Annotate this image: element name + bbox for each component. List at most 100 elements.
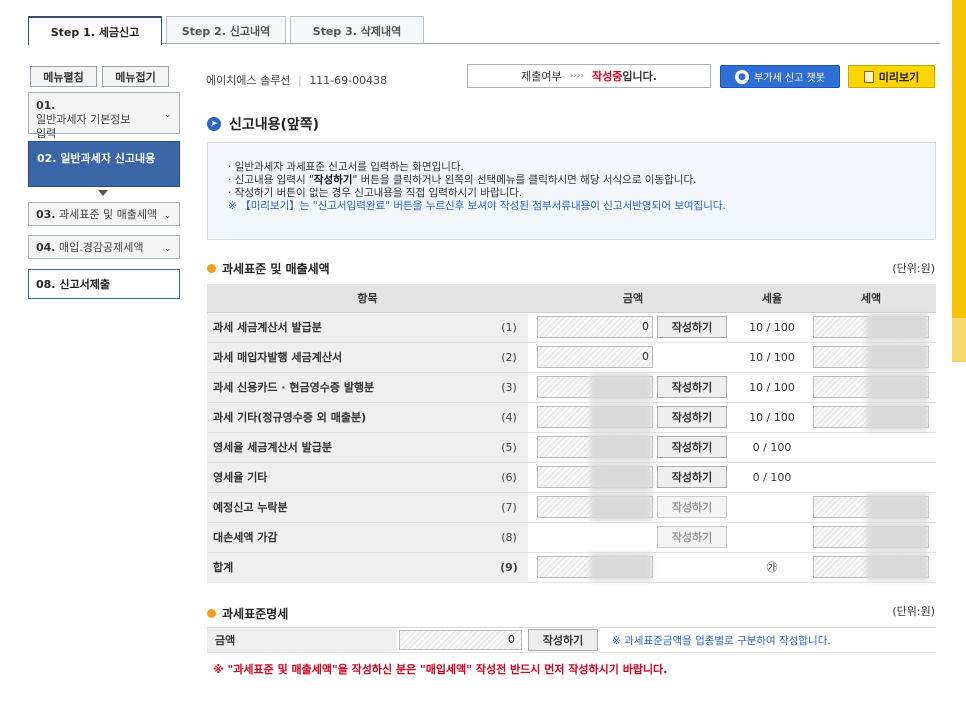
tax-input[interactable] <box>813 556 929 578</box>
table-row: 영세율 세금계산서 발급분 (5) 작성하기 0 / 100 <box>207 432 936 463</box>
table-header-row: 항목 금액 세율 세액 <box>207 284 936 313</box>
amount-cell: 작성하기 <box>528 372 738 403</box>
amount-empty <box>537 526 653 548</box>
row-item-label: 예정신고 누락분 <box>207 492 490 523</box>
tax-input[interactable] <box>813 496 929 518</box>
sales-unit: (단위:원) <box>892 262 935 275</box>
row-code: (1) <box>490 312 528 343</box>
taxbase-row: 금액 0 작성하기 ※ 과세표준금액을 업종별로 구분하여 작성합니다. <box>207 627 936 653</box>
amount-input[interactable] <box>537 466 653 488</box>
preview-label: 미리보기 <box>878 70 920 84</box>
write-button: 작성하기 <box>657 526 727 548</box>
info-text: " 버튼을 클릭하거나 왼쪽의 선택메뉴를 클릭하시면 해당 서식으로 이동합니… <box>352 174 697 186</box>
menu-expand-button[interactable]: 메뉴펼침 <box>30 66 97 87</box>
amount-input[interactable] <box>537 556 653 578</box>
tab-step2[interactable]: Step 2. 신고내역 <box>166 16 286 44</box>
taxbase-amount-input[interactable]: 0 <box>399 630 522 650</box>
row-code: (9) <box>490 552 528 583</box>
chatbot-icon: ● <box>735 69 750 84</box>
amount-input[interactable] <box>537 406 653 428</box>
tax-input[interactable] <box>813 406 929 428</box>
row-code: (2) <box>490 342 528 373</box>
nav-item-num: 02. <box>37 152 57 165</box>
table-row: 합계 (9) ㉮ <box>207 552 936 583</box>
tax-cell <box>806 492 936 523</box>
amount-input[interactable]: 0 <box>537 346 653 368</box>
row-code: (6) <box>490 462 528 493</box>
tax-cell <box>806 432 936 463</box>
company-info: 에이치에스 솔루션 | 111-69-00438 <box>206 74 388 87</box>
row-item-label: 영세율 기타 <box>207 462 490 493</box>
menu-collapse-button[interactable]: 메뉴접기 <box>102 66 169 87</box>
status-arrows: ›››› <box>569 71 584 81</box>
amount-input[interactable] <box>537 376 653 398</box>
document-icon <box>863 70 874 83</box>
nav-item-label: 일반과세자 신고내용 <box>60 152 156 165</box>
write-button[interactable]: 작성하기 <box>657 466 727 488</box>
bullet-icon <box>207 609 216 618</box>
menu-toggle-group: 메뉴펼침 메뉴접기 <box>30 66 169 87</box>
side-strip-lower <box>952 318 966 362</box>
nav-item-label: 신고서제출 <box>59 278 110 291</box>
taxbase-note: ※ 과세표준금액을 업종별로 구분하여 작성합니다. <box>612 634 831 647</box>
write-button[interactable]: 작성하기 <box>657 406 727 428</box>
taxbase-write-button[interactable]: 작성하기 <box>528 629 598 651</box>
chatbot-label: 부가세 신고 챗봇 <box>754 73 825 84</box>
tax-rate: 10 / 100 <box>738 342 806 373</box>
amount-input[interactable]: 0 <box>537 316 653 338</box>
nav-down-arrow-icon <box>98 190 108 196</box>
tax-input[interactable] <box>813 376 929 398</box>
info-line: · 신고내용 입력시 "작성하기" 버튼을 클릭하거나 왼쪽의 선택메뉴를 클릭… <box>228 174 915 187</box>
nav-item-report-content[interactable]: 02. 일반과세자 신고내용 <box>28 141 180 187</box>
tax-cell <box>806 402 936 433</box>
table-row: 예정신고 누락분 (7) 작성하기 <box>207 492 936 523</box>
tax-input[interactable] <box>813 526 929 548</box>
nav-item-tax-base[interactable]: 03. 과세표준 및 매출세액 ⌄ <box>28 202 180 226</box>
info-note: ※ 【미리보기】는 "신고서입력완료" 버튼을 누르신후 보셔야 작성된 첨부서… <box>228 200 726 212</box>
tax-rate: 10 / 100 <box>738 402 806 433</box>
tab-step3[interactable]: Step 3. 삭제내역 <box>290 16 424 44</box>
amount-input[interactable] <box>537 436 653 458</box>
write-button[interactable]: 작성하기 <box>657 316 727 338</box>
amount-cell: 작성하기 <box>528 462 738 493</box>
row-code: (3) <box>490 372 528 403</box>
amount-cell: 작성하기 <box>528 492 738 523</box>
table-row: 과세 기타(정규영수증 외 매출분) (4) 작성하기 10 / 100 <box>207 402 936 433</box>
info-text: · 신고내용 입력시 " <box>228 174 314 186</box>
section-title: ➤ 신고내용(앞쪽) <box>207 114 319 134</box>
nav-item-submit[interactable]: 08. 신고서제출 <box>28 269 180 299</box>
nav-item-purchase-tax[interactable]: 04. 매입.경감공제세액 ⌄ <box>28 235 180 259</box>
company-name: 에이치에스 솔루션 <box>206 74 291 87</box>
business-number: 111-69-00438 <box>309 74 388 87</box>
write-button[interactable]: 작성하기 <box>657 436 727 458</box>
tax-input[interactable] <box>813 346 929 368</box>
table-row: 과세 세금계산서 발급분 (1) 0 작성하기 10 / 100 <box>207 312 936 343</box>
write-button[interactable]: 작성하기 <box>657 376 727 398</box>
amount-input[interactable] <box>537 496 653 518</box>
col-header-rate: 세율 <box>738 284 806 313</box>
tab-step1[interactable]: Step 1. 세금신고 <box>28 16 162 45</box>
status-label: 제출여부 <box>521 70 562 83</box>
taxbase-unit: (단위:원) <box>892 605 935 618</box>
chatbot-button[interactable]: ● 부가세 신고 챗봇 <box>720 65 840 88</box>
side-strip <box>952 0 966 362</box>
tax-input[interactable] <box>813 316 929 338</box>
preview-button[interactable]: 미리보기 <box>848 65 935 88</box>
tax-cell <box>806 522 936 553</box>
write-button: 작성하기 <box>657 496 727 518</box>
sales-table: 항목 금액 세율 세액 과세 세금계산서 발급분 (1) 0 작성하기 10 / 100… <box>207 284 936 583</box>
bullet-icon <box>207 264 216 273</box>
row-item-label: 과세 기타(정규영수증 외 매출분) <box>207 402 490 433</box>
col-header-item: 항목 <box>207 284 528 313</box>
amount-cell <box>528 552 738 583</box>
nav-item-basic-info[interactable]: 01. 일반과세자 기본정보 입력 ⌄ <box>28 92 180 140</box>
nav-item-num: 04. <box>36 241 56 254</box>
tax-cell <box>806 462 936 493</box>
amount-cell: 0 작성하기 <box>528 312 738 343</box>
tax-cell <box>806 552 936 583</box>
col-header-tax: 세액 <box>806 284 936 313</box>
tax-cell <box>806 312 936 343</box>
chevron-down-icon: ⌄ <box>164 110 172 120</box>
sales-section-title: 과세표준 및 매출세액 <box>207 260 330 277</box>
row-item-label: 대손세액 가감 <box>207 522 490 553</box>
